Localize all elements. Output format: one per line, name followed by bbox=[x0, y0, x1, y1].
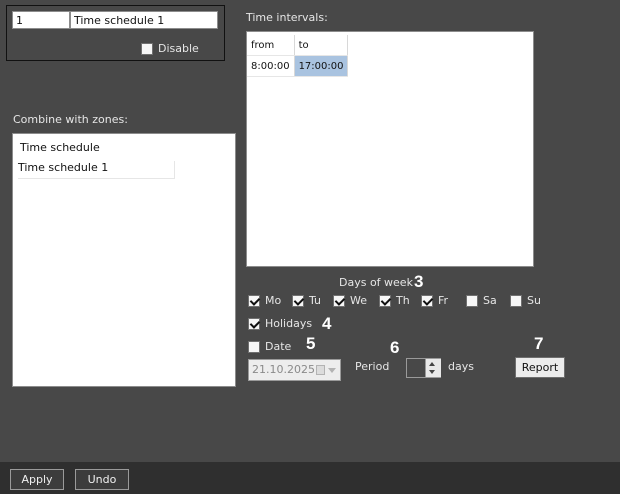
checkbox-box[interactable] bbox=[333, 294, 345, 307]
holidays-checkbox[interactable]: Holidays bbox=[248, 317, 312, 330]
column-header-to[interactable]: to bbox=[294, 35, 349, 56]
date-checkbox[interactable]: Date bbox=[248, 340, 291, 353]
date-value: 21.10.2025 bbox=[252, 363, 315, 376]
period-unit-label: days bbox=[448, 360, 474, 373]
marker-1: 1 bbox=[266, 76, 276, 95]
period-label: Period bbox=[355, 360, 390, 373]
schedule-name-input[interactable] bbox=[70, 11, 218, 29]
stepper-up-icon[interactable] bbox=[429, 362, 435, 366]
disable-checkbox[interactable]: Disable bbox=[141, 42, 199, 55]
marker-4: 4 bbox=[322, 314, 332, 333]
marker-5: 5 bbox=[306, 334, 316, 353]
day-checkbox-th[interactable]: Th bbox=[379, 294, 410, 307]
day-label: Sa bbox=[483, 294, 497, 307]
holidays-label: Holidays bbox=[265, 317, 313, 330]
intervals-grid: from to 8:00:00 17:00:00 bbox=[247, 35, 349, 77]
checkbox-box[interactable] bbox=[510, 294, 522, 307]
marker-6: 6 bbox=[390, 338, 400, 357]
disable-label: Disable bbox=[158, 42, 199, 55]
combine-zones-label: Combine with zones: bbox=[13, 113, 128, 126]
checkbox-box[interactable] bbox=[421, 294, 433, 307]
day-checkbox-tu[interactable]: Tu bbox=[292, 294, 321, 307]
day-label: We bbox=[350, 294, 367, 307]
checkbox-box[interactable] bbox=[379, 294, 391, 307]
time-intervals-table: from to 8:00:00 17:00:00 bbox=[246, 31, 534, 267]
interval-from-cell[interactable]: 8:00:00 bbox=[247, 55, 295, 77]
checkbox-box[interactable] bbox=[248, 340, 260, 353]
period-stepper[interactable] bbox=[406, 358, 441, 378]
interval-to-cell[interactable]: 17:00:00 bbox=[294, 55, 349, 77]
zone-list-item[interactable]: Time schedule 1 bbox=[18, 161, 175, 179]
day-checkbox-mo[interactable]: Mo bbox=[248, 294, 281, 307]
marker-8: 8 bbox=[181, 148, 191, 167]
disable-checkbox-box[interactable] bbox=[141, 42, 153, 55]
day-checkbox-fr[interactable]: Fr bbox=[421, 294, 448, 307]
interval-row[interactable]: 8:00:00 17:00:00 bbox=[247, 55, 349, 77]
day-label: Th bbox=[396, 294, 410, 307]
zones-list: Time schedule Time schedule 1 bbox=[12, 133, 236, 387]
schedule-header-panel: Disable bbox=[6, 5, 225, 61]
schedule-id-input[interactable] bbox=[12, 11, 70, 29]
checkbox-box[interactable] bbox=[466, 294, 478, 307]
checkbox-box[interactable] bbox=[248, 294, 260, 307]
intervals-header-row: from to bbox=[247, 35, 349, 56]
day-label: Fr bbox=[438, 294, 449, 307]
column-header-from[interactable]: from bbox=[247, 35, 295, 56]
calendar-icon[interactable] bbox=[316, 365, 325, 375]
day-label: Su bbox=[527, 294, 541, 307]
report-button[interactable]: Report bbox=[515, 357, 565, 378]
checkbox-box[interactable] bbox=[248, 317, 260, 330]
marker-2: 2 bbox=[313, 76, 323, 95]
marker-7: 7 bbox=[534, 334, 544, 353]
apply-button[interactable]: Apply bbox=[10, 469, 64, 490]
time-intervals-label: Time intervals: bbox=[246, 11, 328, 24]
stepper-down-icon[interactable] bbox=[429, 370, 435, 374]
day-checkbox-su[interactable]: Su bbox=[510, 294, 541, 307]
date-picker[interactable]: 21.10.2025 bbox=[248, 359, 341, 381]
chevron-down-icon[interactable] bbox=[328, 368, 336, 373]
zone-list-item[interactable]: Time schedule bbox=[20, 141, 172, 159]
day-label: Tu bbox=[309, 294, 322, 307]
days-of-week-label: Days of week bbox=[339, 276, 413, 289]
day-checkbox-we[interactable]: We bbox=[333, 294, 367, 307]
undo-button[interactable]: Undo bbox=[75, 469, 129, 490]
day-label: Mo bbox=[265, 294, 282, 307]
date-label: Date bbox=[265, 340, 292, 353]
checkbox-box[interactable] bbox=[292, 294, 304, 307]
marker-3: 3 bbox=[414, 272, 424, 291]
day-checkbox-sa[interactable]: Sa bbox=[466, 294, 497, 307]
